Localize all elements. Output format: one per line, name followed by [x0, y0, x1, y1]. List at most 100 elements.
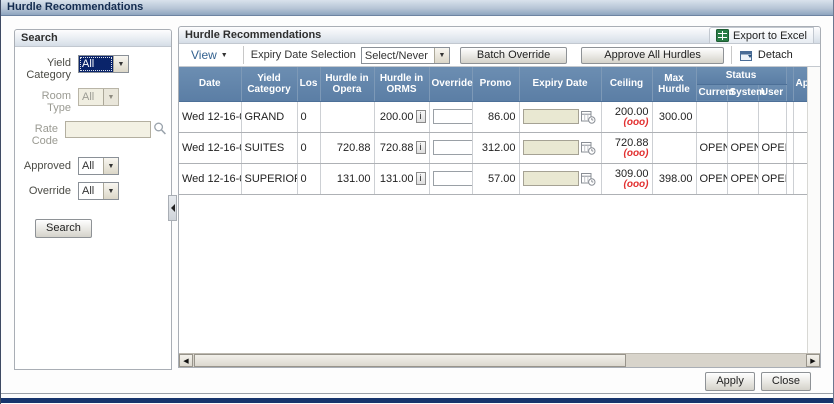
vertical-scrollbar-track[interactable] [807, 67, 820, 353]
search-panel-header: Search [15, 30, 171, 47]
column-header-date: Date [179, 67, 242, 102]
cell-ceiling: 309.00 (ooo) [601, 163, 653, 195]
column-header-los: Los [297, 67, 321, 102]
expiry-date-input[interactable] [522, 140, 579, 155]
cell-yield-category: SUITES [241, 132, 298, 164]
close-button[interactable]: Close [760, 372, 811, 391]
cell-los: 0 [297, 163, 321, 195]
apply-button[interactable]: Apply [705, 372, 755, 391]
view-menu-button[interactable]: View ▼ [183, 48, 236, 62]
column-header-approve-clipped: Ap [793, 67, 807, 102]
search-lookup-button[interactable] [153, 121, 167, 136]
batch-override-button[interactable]: Batch Override [459, 46, 568, 64]
column-header-hurdle-in-orms: Hurdle in ORMS [374, 67, 430, 102]
cell-status-user: OPEN [758, 163, 787, 195]
ceiling-ooo-flag: (ooo) [623, 147, 649, 159]
table-region: Date Yield Category Los Hurdle in Opera … [179, 67, 820, 353]
cell-status-current [696, 101, 728, 133]
window-title: Hurdle Recommendations [7, 1, 144, 13]
expiry-date-selection-label: Expiry Date Selection [250, 49, 356, 61]
column-header-status-current: Current [696, 84, 735, 102]
detach-button[interactable]: Detach [739, 49, 793, 62]
column-header-status-group: Status [696, 67, 787, 85]
table-row[interactable]: Wed 12-16-09 GRAND 0 200.00i 86.00 [179, 101, 807, 133]
search-button[interactable]: Search [35, 219, 92, 238]
cell-status-current: OPEN [696, 163, 728, 195]
ceiling-value: 720.88 [614, 136, 649, 149]
cell-date: Wed 12-16-09 [179, 163, 242, 195]
scrollbar-thumb[interactable] [194, 354, 626, 367]
toolbar-separator [242, 46, 244, 64]
cell-status-current: OPEN [696, 132, 728, 164]
info-button[interactable]: i [415, 172, 426, 185]
column-header-hurdle-in-opera: Hurdle in Opera [320, 67, 375, 102]
expiry-date-selection-select[interactable]: Select/Never ▼ [360, 46, 450, 64]
cell-los: 0 [297, 132, 321, 164]
ceiling-value: 200.00 [614, 105, 649, 118]
override-input[interactable] [432, 171, 471, 186]
column-header-promo: Promo [472, 67, 520, 102]
cell-status-system: OPEN [727, 163, 759, 195]
hurdle-in-orms-value: 131.00 [379, 172, 414, 185]
cell-approve-clipped [793, 163, 807, 195]
cell-status-user [758, 101, 787, 133]
panel-splitter-handle[interactable] [168, 195, 177, 221]
scroll-right-button[interactable]: ▶ [806, 354, 820, 367]
scroll-left-button[interactable]: ◀ [179, 354, 193, 367]
cell-override [429, 132, 473, 164]
cell-ceiling: 200.00 (ooo) [601, 101, 653, 133]
yield-category-value: All [79, 56, 113, 72]
yield-category-select[interactable]: All ▼ [78, 55, 129, 73]
hurdle-in-orms-value: 720.88 [379, 141, 414, 154]
override-select[interactable]: All ▼ [78, 182, 119, 200]
room-type-label: Room Type [41, 90, 71, 114]
chevron-down-icon[interactable]: ▼ [103, 158, 118, 174]
cell-approve-clipped [793, 132, 807, 164]
cell-hurdle-in-orms: 720.88 i [374, 132, 430, 164]
expiry-date-input[interactable] [522, 171, 579, 186]
window-bottom-border [1, 398, 833, 403]
table-row[interactable]: Wed 12-16-09 SUPERIOR 0 131.00 131.00i 5… [179, 163, 807, 195]
export-to-excel-label: Export to Excel [733, 29, 807, 42]
cell-expiry-date [519, 132, 602, 164]
info-button[interactable]: i [415, 141, 426, 154]
override-input[interactable] [432, 140, 471, 155]
results-panel-title: Hurdle Recommendations [185, 29, 322, 41]
cell-hurdle-in-orms: 200.00 i [374, 101, 430, 133]
horizontal-scrollbar[interactable]: ◀ ▶ [179, 353, 820, 367]
cell-hurdle-in-opera: 720.88 [320, 132, 375, 164]
override-input[interactable] [432, 109, 471, 124]
date-picker-icon[interactable] [580, 110, 596, 124]
column-header-yield-category: Yield Category [241, 67, 298, 102]
chevron-down-icon[interactable]: ▼ [103, 183, 118, 199]
cell-max-hurdle [652, 132, 697, 164]
room-type-select: All ▼ [78, 88, 119, 106]
view-menu-label: View [191, 48, 217, 62]
table-row[interactable]: Wed 12-16-09 SUITES 0 720.88 720.88i 312… [179, 132, 807, 164]
hurdle-table: Date Yield Category Los Hurdle in Opera … [179, 67, 807, 195]
search-panel: Search Yield Category All ▼ Room Type Al… [14, 29, 172, 370]
approved-select[interactable]: All ▼ [78, 157, 119, 175]
chevron-down-icon[interactable]: ▼ [433, 47, 449, 63]
expiry-date-selection-value: Select/Never [364, 49, 428, 62]
column-header-max-hurdle: Max Hurdle [652, 67, 697, 102]
chevron-down-icon[interactable]: ▼ [113, 56, 128, 72]
hurdle-recommendations-window: Hurdle Recommendations Search Yield Cate… [0, 0, 834, 404]
footer-divider [1, 393, 833, 394]
expiry-date-input[interactable] [522, 109, 579, 124]
cell-expiry-date [519, 101, 602, 133]
export-to-excel-button[interactable]: Export to Excel [709, 27, 814, 43]
magnifier-icon [154, 122, 166, 135]
toolbar-separator [730, 46, 732, 64]
cell-ceiling: 720.88 (ooo) [601, 132, 653, 164]
detach-icon [739, 50, 752, 61]
date-picker-icon[interactable] [580, 141, 596, 155]
date-picker-icon[interactable] [580, 172, 596, 186]
approve-all-hurdles-button[interactable]: Approve All Hurdles [581, 46, 724, 64]
scrollbar-track[interactable] [626, 354, 804, 367]
approved-value: All [82, 160, 95, 172]
cell-date: Wed 12-16-09 [179, 132, 242, 164]
search-panel-title: Search [21, 32, 58, 44]
cell-override [429, 163, 473, 195]
info-button[interactable]: i [415, 110, 426, 123]
